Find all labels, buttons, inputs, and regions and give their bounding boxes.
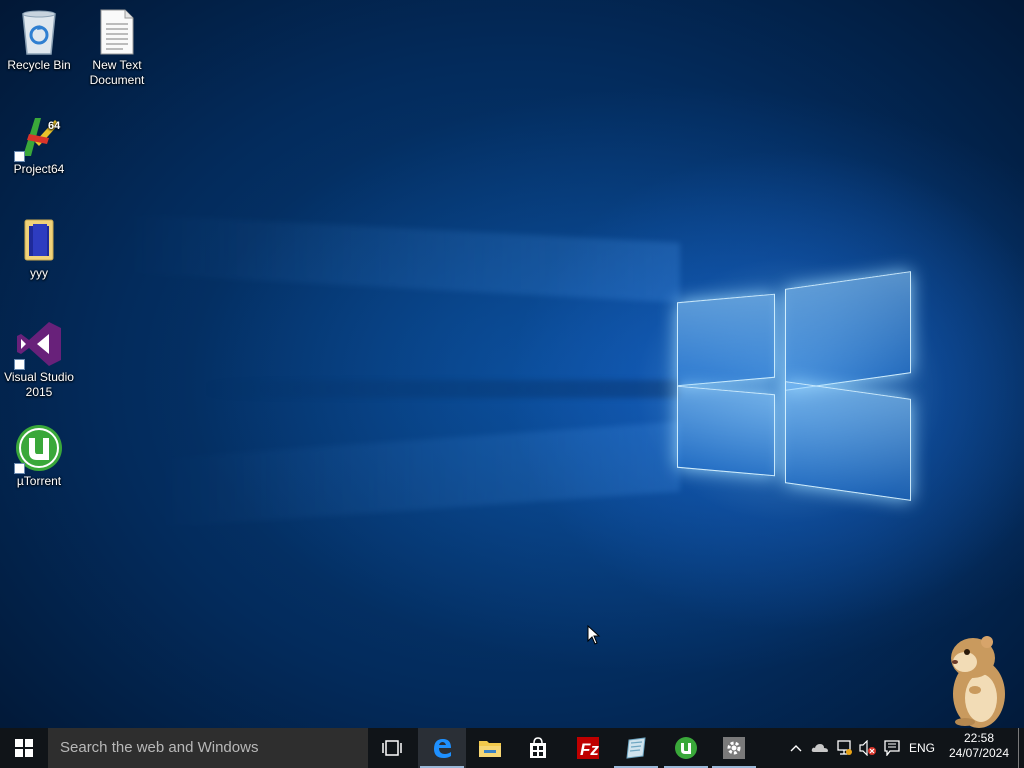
clock-date: 24/07/2024 <box>948 746 1010 760</box>
windows-logo-pane <box>677 293 775 387</box>
text-document-icon <box>100 9 134 55</box>
clock[interactable]: 22:58 24/07/2024 <box>944 731 1014 761</box>
notepad-icon <box>626 737 646 759</box>
taskbar: Search the web and Windows Fz ENG 22:58 … <box>0 728 1024 768</box>
desktop-icon-label: Recycle Bin <box>7 58 71 72</box>
wallpaper-beam <box>200 380 680 398</box>
language-indicator[interactable]: ENG <box>905 728 939 768</box>
wallpaper-beam <box>150 421 680 529</box>
windows-logo-pane <box>785 271 911 391</box>
taskbar-app-edge[interactable] <box>418 728 466 768</box>
volume-muted-icon <box>859 740 876 756</box>
folder-icon <box>24 219 54 261</box>
desktop-wallpaper: Recycle Bin New Text Document 64 Project… <box>0 0 1024 728</box>
notification-icon <box>884 740 900 756</box>
windows-start-icon <box>15 739 33 757</box>
taskbar-app-notepad[interactable] <box>612 728 660 768</box>
search-box[interactable]: Search the web and Windows <box>48 728 368 768</box>
taskbar-app-filezilla[interactable]: Fz <box>564 728 612 768</box>
store-icon <box>530 737 546 758</box>
show-desktop-button[interactable] <box>1018 728 1019 768</box>
network-icon <box>837 740 852 755</box>
taskbar-app-utorrent[interactable] <box>662 728 710 768</box>
shortcut-arrow-icon <box>14 151 25 162</box>
mouse-cursor-icon <box>587 625 601 645</box>
action-center-button[interactable] <box>881 728 903 768</box>
task-view-button[interactable] <box>368 728 416 768</box>
taskbar-app-settings[interactable] <box>710 728 758 768</box>
network-tray-button[interactable] <box>834 728 854 768</box>
shortcut-arrow-icon <box>14 463 25 474</box>
desktop-icon-new-text-document[interactable]: New Text Document <box>78 8 156 88</box>
shortcut-arrow-icon <box>14 359 25 370</box>
recycle-bin-icon <box>22 10 56 55</box>
taskbar-app-file-explorer[interactable] <box>466 728 514 768</box>
svg-text:64: 64 <box>48 120 61 132</box>
chevron-up-icon <box>790 745 802 752</box>
windows-logo-pane <box>677 385 775 477</box>
desktop-icon-visual-studio[interactable]: Visual Studio 2015 <box>0 320 78 400</box>
wallpaper-beam <box>120 213 680 303</box>
edge-icon <box>434 739 451 758</box>
desktop-icon-recycle-bin[interactable]: Recycle Bin <box>0 8 78 73</box>
desktop-icon-label: Project64 <box>13 162 65 176</box>
show-hidden-icons-button[interactable] <box>786 728 806 768</box>
desktop-icon-label: Visual Studio 2015 <box>4 370 74 399</box>
desktop-icon-label: µTorrent <box>16 474 62 488</box>
desktop-icon-label: New Text Document <box>89 58 145 87</box>
desktop-icon-utorrent[interactable]: µTorrent <box>0 424 78 489</box>
utorrent-icon <box>675 737 697 759</box>
windows-logo-pane <box>785 381 911 501</box>
desktop-icon-label: yyy <box>30 266 48 280</box>
desktop-icon-project64[interactable]: 64 Project64 <box>0 112 78 177</box>
onedrive-tray-button[interactable] <box>810 728 830 768</box>
filezilla-icon: Fz <box>577 737 599 759</box>
task-view-icon <box>382 740 402 756</box>
search-placeholder: Search the web and Windows <box>60 739 259 756</box>
desktop-icon-yyy-folder[interactable]: yyy <box>0 216 78 281</box>
hamster-mascot-icon <box>951 636 1005 728</box>
clock-time: 22:58 <box>963 731 995 745</box>
start-button[interactable] <box>0 728 48 768</box>
svg-text:Fz: Fz <box>580 740 599 759</box>
taskbar-app-store[interactable] <box>514 728 562 768</box>
onedrive-cloud-icon <box>811 744 828 752</box>
volume-tray-button[interactable] <box>857 728 879 768</box>
language-label: ENG <box>908 741 935 755</box>
file-explorer-icon <box>479 741 501 757</box>
settings-icon <box>723 737 745 759</box>
